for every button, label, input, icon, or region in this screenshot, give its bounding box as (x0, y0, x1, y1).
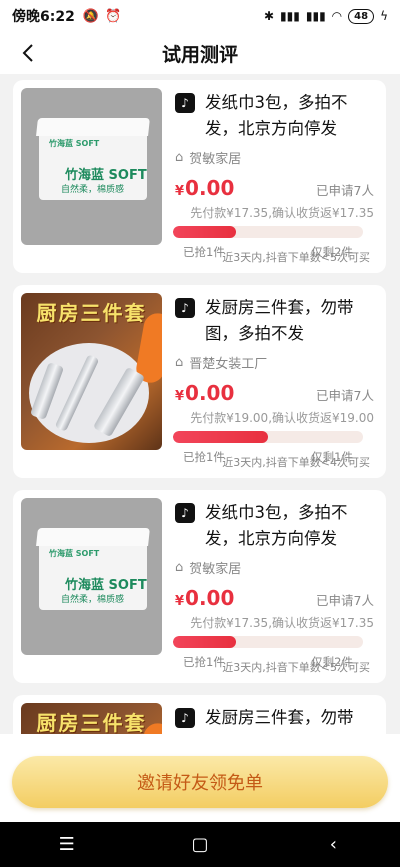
grabbed-count: 已抢1件 (183, 245, 225, 259)
douyin-icon: ♪ (175, 708, 195, 728)
shop-name[interactable]: 贺敏家居 (189, 148, 241, 167)
price: ¥0.00 (175, 381, 235, 405)
product-name[interactable]: 发纸巾3包，多拍不发，北京方向停发 (205, 93, 348, 138)
home-icon[interactable]: ▢ (180, 834, 220, 855)
product-name[interactable]: 发纸巾3包，多拍不发，北京方向停发 (205, 503, 348, 548)
alarm-icon: ⏰ (105, 8, 122, 24)
chevron-left-icon (22, 44, 33, 62)
product-card[interactable]: 竹海蓝 SOFT 竹海蓝 SOFT 自然柔，棉质感 ♪ 发纸巾3包，多拍不发，北… (13, 490, 386, 683)
applied-count: 已申请7人 (316, 593, 374, 608)
system-nav-bar: ☰ ▢ ‹ (0, 822, 400, 867)
progress-bar (173, 636, 363, 648)
douyin-icon: ♪ (175, 93, 195, 113)
product-image[interactable]: 厨房三件套 (21, 293, 162, 450)
product-image[interactable]: 厨房三件套 (21, 703, 162, 734)
back-button[interactable] (14, 38, 42, 68)
back-nav-icon[interactable]: ‹ (313, 834, 353, 855)
shop-icon: ⌂ (175, 149, 184, 165)
shop-name[interactable]: 贺敏家居 (189, 558, 241, 577)
bluetooth-icon: ✱ (263, 9, 275, 23)
status-time: 傍晚6:22 (12, 9, 75, 25)
invite-friends-button[interactable]: 邀请好友领免单 (12, 756, 388, 808)
bottom-action-bar: 邀请好友领免单 (0, 734, 400, 822)
wifi-icon: ◠ (331, 9, 343, 23)
menu-icon[interactable]: ☰ (47, 834, 87, 855)
signal-icon: ▮▮▮ (280, 9, 300, 23)
product-name[interactable]: 发厨房三件套，勿带图，多拍不发 (205, 708, 354, 734)
price: ¥0.00 (175, 586, 235, 610)
product-card[interactable]: 厨房三件套 ♪ 发厨房三件套，勿带图，多拍不发 ⌂ 晋楚女装工厂 ¥0.00 已… (13, 285, 386, 478)
grabbed-count: 已抢1件 (183, 655, 225, 669)
payment-note: 先付款¥17.35,确认收货返¥17.35 (190, 616, 374, 630)
applied-count: 已申请7人 (316, 388, 374, 403)
douyin-icon: ♪ (175, 503, 195, 523)
purchase-limit: 近3天内,抖音下单数<5次可买 (222, 251, 370, 264)
page-header: 试用测评 (0, 32, 400, 74)
battery-indicator: 48 (348, 8, 375, 24)
applied-count: 已申请7人 (316, 183, 374, 198)
progress-bar (173, 431, 363, 443)
status-bar: 傍晚6:22 🔕 ⏰ ✱ ▮▮▮ ▮▮▮ ◠ 48 ϟ (0, 0, 400, 32)
product-list[interactable]: 竹海蓝 SOFT 竹海蓝 SOFT 自然柔，棉质感 ♪ 发纸巾3包，多拍不发，北… (0, 74, 400, 734)
price: ¥0.00 (175, 176, 235, 200)
page-title: 试用测评 (161, 43, 238, 66)
payment-note: 先付款¥19.00,确认收货返¥19.00 (190, 411, 374, 425)
signal-icon-2: ▮▮▮ (305, 9, 326, 23)
mute-icon: 🔕 (82, 8, 100, 24)
purchase-limit: 近3天内,抖音下单数<4次可买 (222, 456, 370, 469)
shop-icon: ⌂ (175, 559, 184, 575)
shop-icon: ⌂ (175, 354, 184, 370)
product-image[interactable]: 竹海蓝 SOFT 竹海蓝 SOFT 自然柔，棉质感 (21, 498, 162, 655)
douyin-icon: ♪ (175, 298, 195, 318)
shop-name[interactable]: 晋楚女装工厂 (189, 353, 267, 372)
product-name[interactable]: 发厨房三件套，勿带图，多拍不发 (205, 298, 354, 343)
payment-note: 先付款¥17.35,确认收货返¥17.35 (190, 206, 374, 220)
product-card[interactable]: 厨房三件套 ♪ 发厨房三件套，勿带图，多拍不发 (13, 695, 386, 734)
grabbed-count: 已抢1件 (183, 450, 225, 464)
purchase-limit: 近3天内,抖音下单数<5次可买 (222, 661, 370, 674)
charging-icon: ϟ (380, 9, 388, 23)
product-image[interactable]: 竹海蓝 SOFT 竹海蓝 SOFT 自然柔，棉质感 (21, 88, 162, 245)
progress-bar (173, 226, 363, 238)
product-card[interactable]: 竹海蓝 SOFT 竹海蓝 SOFT 自然柔，棉质感 ♪ 发纸巾3包，多拍不发，北… (13, 80, 386, 273)
